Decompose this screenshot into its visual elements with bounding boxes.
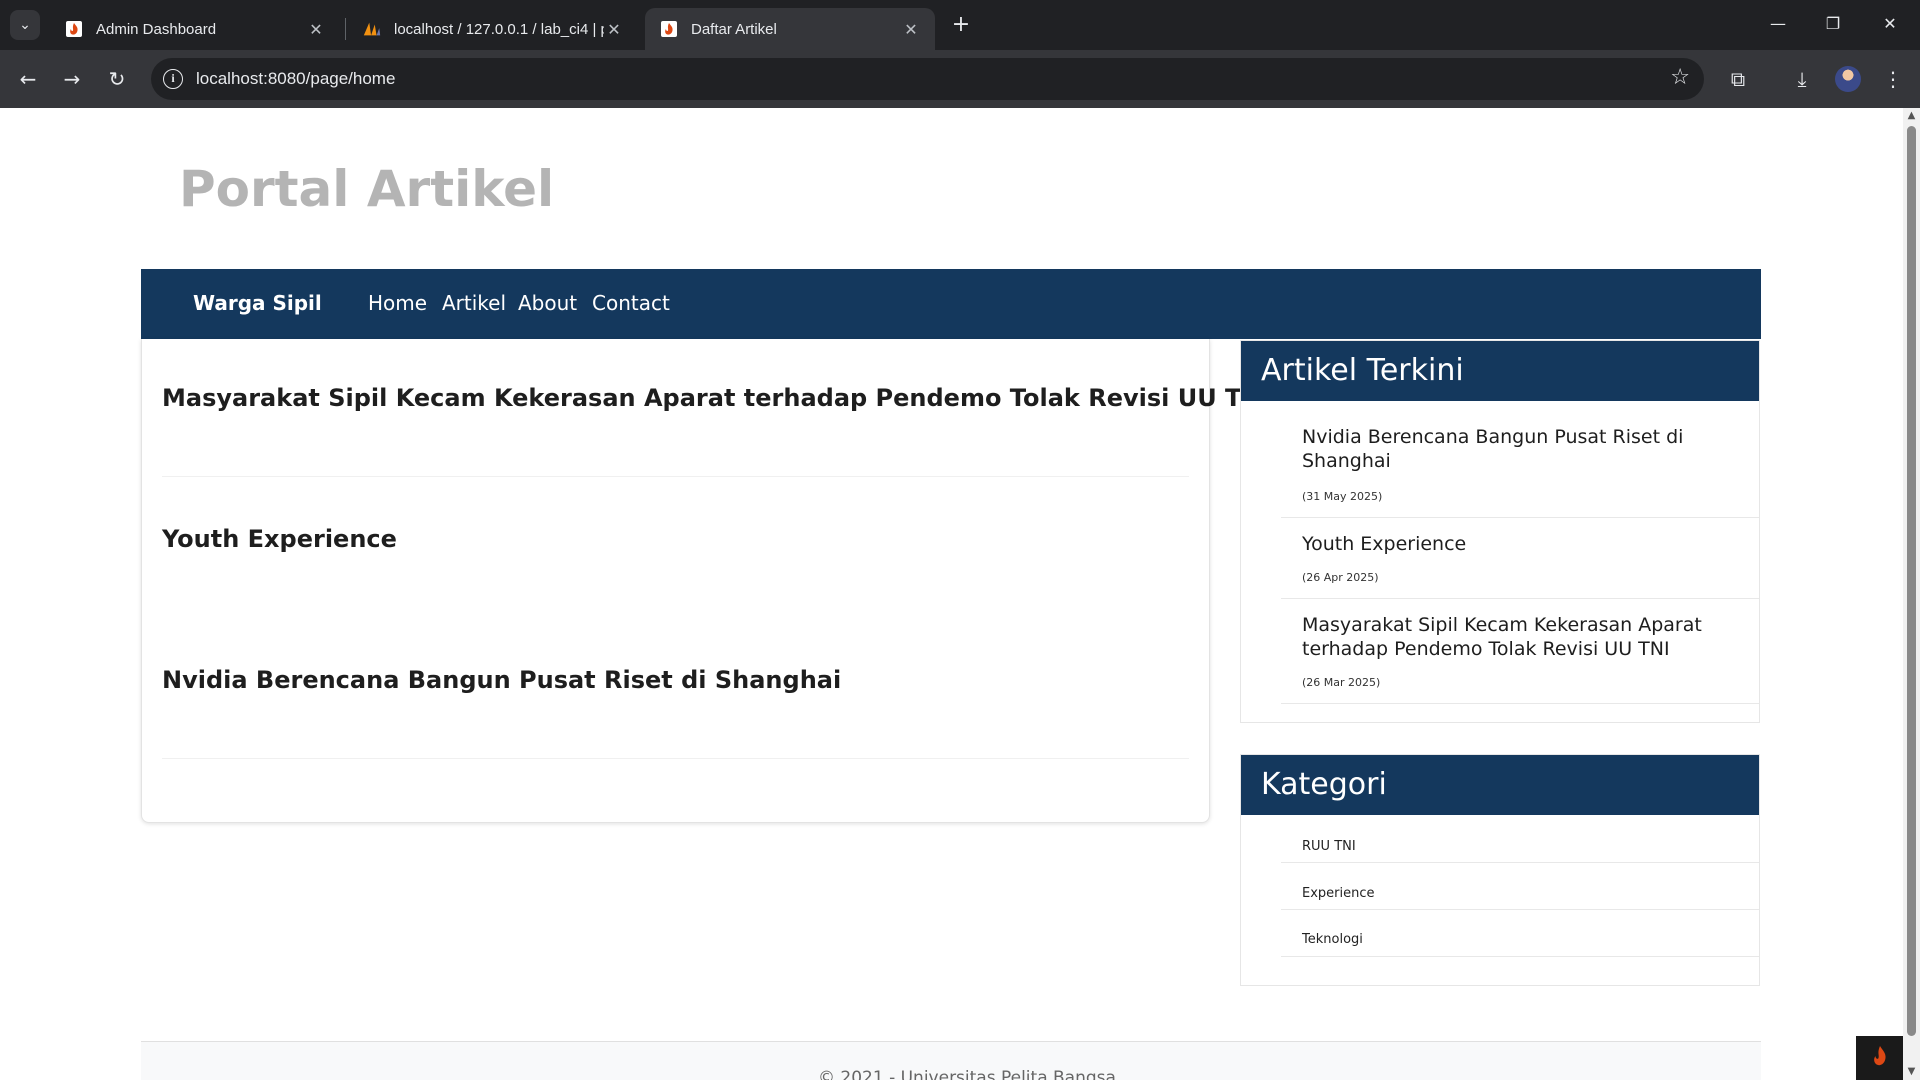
tab-title: Admin Dashboard: [96, 20, 217, 38]
scroll-up-icon[interactable]: ▲: [1906, 110, 1917, 121]
arrow-left-icon: ←: [19, 67, 37, 91]
list-item: Experience: [1281, 863, 1759, 910]
list-item: Youth Experience (26 Apr 2025): [1281, 518, 1759, 599]
reload-button[interactable]: ↻: [101, 63, 133, 95]
restore-icon: ❐: [1825, 14, 1841, 33]
widget-heading: Kategori: [1241, 755, 1759, 815]
bookmark-star-icon[interactable]: ☆: [1670, 65, 1690, 90]
download-icon[interactable]: ⤓: [1786, 63, 1818, 95]
chevron-down-icon: ⌄: [19, 17, 31, 33]
scrollbar-thumb[interactable]: [1907, 126, 1916, 1036]
recent-article-link[interactable]: Youth Experience: [1302, 532, 1722, 556]
profile-avatar[interactable]: [1835, 66, 1861, 92]
extensions-icon[interactable]: ⧉: [1722, 63, 1754, 95]
site-info-icon[interactable]: i: [163, 69, 183, 89]
tab-separator: [345, 18, 346, 40]
category-link[interactable]: RUU TNI: [1302, 839, 1356, 854]
page-viewport: Portal Artikel Warga Sipil Home Artikel …: [0, 108, 1903, 1080]
list-item: Masyarakat Sipil Kecam Kekerasan Aparat …: [1281, 599, 1759, 704]
article-date: (31 May 2025): [1302, 490, 1383, 503]
browser-toolbar: ← → ↻ i localhost:8080/page/home ☆ ⧉ ⤓ ⋮: [0, 50, 1920, 108]
reload-icon: ↻: [108, 67, 126, 91]
nav-link-artikel[interactable]: Artikel: [442, 291, 506, 315]
codeigniter-flame-icon: [1869, 1044, 1891, 1072]
article-title-link[interactable]: Nvidia Berencana Bangun Pusat Riset di S…: [162, 666, 841, 694]
article-title-link[interactable]: Youth Experience: [162, 525, 397, 553]
tab-search-button[interactable]: ⌄: [10, 10, 40, 40]
minimize-icon: —: [1770, 14, 1786, 33]
scroll-down-icon[interactable]: ▼: [1906, 1066, 1917, 1077]
address-bar[interactable]: i localhost:8080/page/home ☆: [151, 58, 1704, 100]
divider: [162, 758, 1189, 759]
minimize-button[interactable]: —: [1758, 8, 1798, 40]
codeigniter-flame-icon: [659, 19, 679, 39]
recent-articles-widget: Artikel Terkini Nvidia Berencana Bangun …: [1240, 340, 1760, 723]
nav-link-about[interactable]: About: [518, 291, 577, 315]
browser-tab-strip: ⌄ Admin Dashboard ✕ localhost / 127.0.0.…: [0, 0, 1920, 50]
footer-copyright: © 2021 - Universitas Pelita Bangsa: [818, 1068, 1116, 1080]
nav-link-home[interactable]: Home: [368, 291, 427, 315]
tab-daftar-artikel[interactable]: Daftar Artikel ✕: [645, 8, 935, 50]
tab-title: localhost / 127.0.0.1 / lab_ci4 | p: [394, 20, 604, 38]
codeigniter-flame-icon: [64, 19, 84, 39]
main-navbar: Warga Sipil Home Artikel About Contact: [141, 269, 1761, 339]
recent-article-link[interactable]: Nvidia Berencana Bangun Pusat Riset di S…: [1302, 425, 1722, 473]
restore-button[interactable]: ❐: [1813, 8, 1853, 40]
widget-heading: Artikel Terkini: [1241, 341, 1759, 401]
close-icon[interactable]: ✕: [604, 20, 624, 39]
phpmyadmin-sail-icon: [362, 19, 382, 39]
nav-link-contact[interactable]: Contact: [592, 291, 670, 315]
debug-toolbar-button[interactable]: [1856, 1036, 1903, 1080]
article-list: Masyarakat Sipil Kecam Kekerasan Aparat …: [141, 339, 1270, 823]
new-tab-button[interactable]: +: [948, 12, 974, 38]
tab-title: Daftar Artikel: [691, 20, 777, 38]
close-window-button[interactable]: ✕: [1870, 8, 1910, 40]
article-date: (26 Mar 2025): [1302, 676, 1381, 689]
recent-article-link[interactable]: Masyarakat Sipil Kecam Kekerasan Aparat …: [1302, 613, 1722, 661]
list-item: Teknologi: [1281, 910, 1759, 957]
site-brand-title: Portal Artikel: [179, 160, 555, 218]
divider: [162, 476, 1189, 477]
url-text[interactable]: localhost:8080/page/home: [196, 69, 395, 89]
tab-admin-dashboard[interactable]: Admin Dashboard ✕: [50, 8, 340, 50]
back-button[interactable]: ←: [12, 63, 44, 95]
plus-icon: +: [951, 12, 971, 37]
navbar-brand[interactable]: Warga Sipil: [193, 291, 322, 315]
list-item: RUU TNI: [1281, 815, 1759, 863]
close-icon: ✕: [1883, 14, 1897, 33]
article-title-link[interactable]: Masyarakat Sipil Kecam Kekerasan Aparat …: [162, 384, 1270, 412]
menu-kebab-icon[interactable]: ⋮: [1877, 63, 1909, 95]
page-scrollbar[interactable]: ▲ ▼: [1903, 108, 1920, 1080]
article-date: (26 Apr 2025): [1302, 571, 1379, 584]
close-icon[interactable]: ✕: [306, 20, 326, 39]
tab-phpmyadmin[interactable]: localhost / 127.0.0.1 / lab_ci4 | p ✕: [348, 8, 638, 50]
arrow-right-icon: →: [63, 67, 81, 91]
close-icon[interactable]: ✕: [901, 20, 921, 39]
category-link[interactable]: Teknologi: [1302, 932, 1363, 947]
list-item: Nvidia Berencana Bangun Pusat Riset di S…: [1281, 401, 1759, 518]
category-widget: Kategori RUU TNI Experience Teknologi: [1240, 754, 1760, 986]
category-link[interactable]: Experience: [1302, 886, 1375, 901]
forward-button[interactable]: →: [56, 63, 88, 95]
